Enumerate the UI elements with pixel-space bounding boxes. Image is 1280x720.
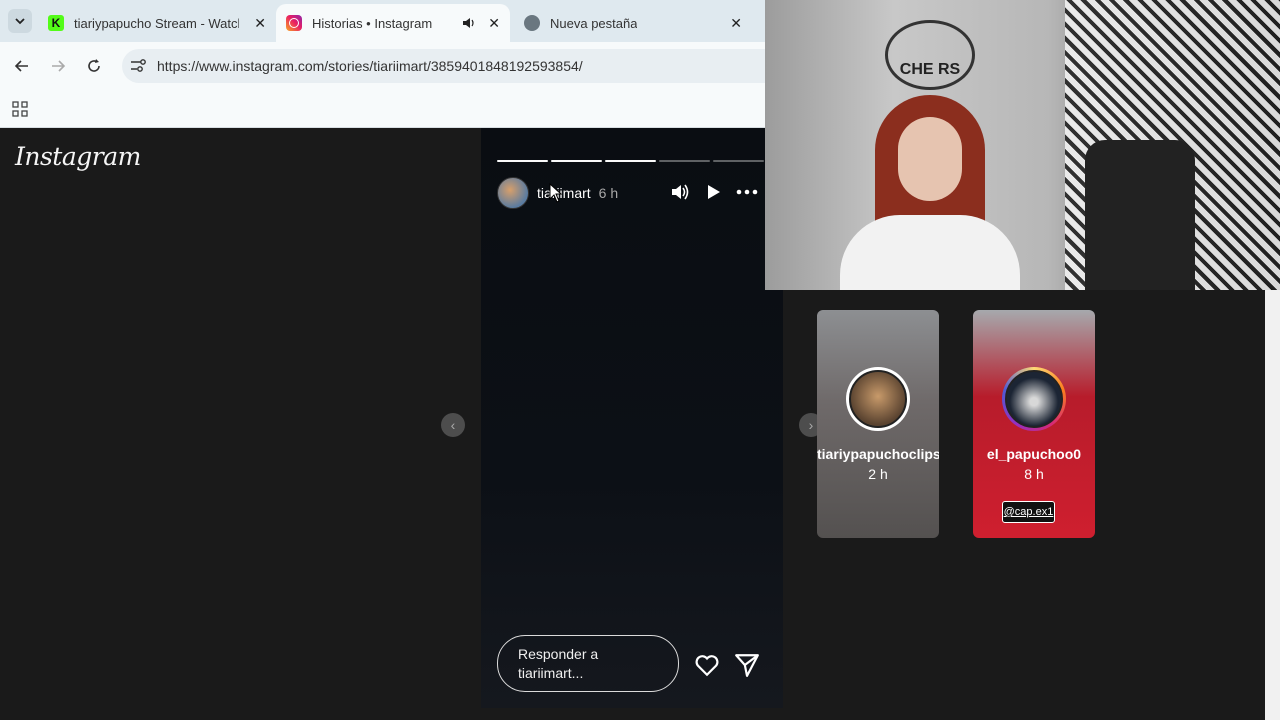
kick-icon: K	[48, 15, 64, 31]
tab-search-button[interactable]	[8, 9, 32, 33]
browser-tabstrip: K tiariypapucho Stream - Watch L ✕ Histo…	[0, 0, 765, 42]
instagram-logo[interactable]: Instagram	[15, 142, 141, 171]
story-username[interactable]: tiariimart	[537, 185, 591, 201]
instagram-icon	[286, 15, 302, 31]
story-progress-bar	[497, 160, 764, 162]
heart-icon[interactable]	[694, 652, 720, 678]
reload-icon	[88, 59, 100, 72]
browser-toolbar: https://www.instagram.com/stories/tiarii…	[0, 42, 765, 90]
story-time: 6 h	[598, 185, 619, 201]
streamer-face	[898, 117, 962, 201]
avatar[interactable]	[497, 177, 529, 209]
story-preview-username: el_papuchoo0	[986, 446, 1082, 462]
previous-story-button[interactable]: ‹	[441, 413, 465, 437]
streamer-shirt	[840, 215, 1020, 290]
webcam-overlay: CHE RS	[765, 0, 1280, 290]
story-preview-time: 8 h	[1024, 466, 1044, 482]
story-preview-card[interactable]: tiariypapuchoclips 2 h	[817, 310, 939, 538]
address-bar[interactable]: https://www.instagram.com/stories/tiarii…	[122, 49, 765, 83]
chevron-right-icon: ›	[808, 417, 814, 433]
avatar	[849, 370, 907, 428]
arrow-right-icon	[52, 60, 66, 72]
more-options-icon[interactable]	[735, 184, 759, 200]
mention-sticker: @cap.ex1	[1002, 501, 1055, 523]
progress-segment	[713, 160, 764, 162]
speaker-icon[interactable]	[462, 16, 476, 30]
forward-button[interactable]	[46, 54, 70, 78]
story-preview-time: 2 h	[868, 466, 888, 482]
tab-title: Historias • Instagram	[312, 15, 433, 31]
close-icon[interactable]: ✕	[730, 15, 742, 32]
url-text: https://www.instagram.com/stories/tiarii…	[157, 58, 583, 74]
globe-icon	[524, 15, 540, 31]
chevron-left-icon: ‹	[450, 417, 456, 433]
apps-grid-icon[interactable]	[12, 101, 28, 117]
back-button[interactable]	[10, 54, 34, 78]
progress-segment	[605, 160, 656, 162]
story-preview-username: tiariypapuchoclips	[817, 446, 939, 462]
arrow-left-icon	[14, 60, 28, 72]
progress-segment	[497, 160, 548, 162]
reply-input[interactable]: Responder a tiariimart...	[497, 635, 679, 692]
tab-instagram[interactable]: Historias • Instagram ✕	[276, 4, 510, 42]
progress-segment	[659, 160, 710, 162]
tab-new[interactable]: Nueva pestaña ✕	[514, 4, 752, 42]
tab-title: Nueva pestaña	[550, 15, 638, 31]
tab-kick[interactable]: K tiariypapucho Stream - Watch L ✕	[38, 4, 276, 42]
story-preview-card[interactable]: el_papuchoo0 8 h @cap.ex1	[973, 310, 1095, 538]
send-icon[interactable]	[734, 652, 760, 678]
play-icon[interactable]	[703, 182, 723, 202]
close-icon[interactable]: ✕	[488, 15, 500, 32]
mouse-cursor-icon	[549, 183, 563, 203]
wall-sign: CHE RS	[885, 20, 975, 90]
tab-title: tiariypapucho Stream - Watch L	[74, 15, 239, 31]
reload-button[interactable]	[82, 54, 106, 78]
close-icon[interactable]: ✕	[254, 15, 266, 32]
volume-icon[interactable]	[670, 182, 690, 202]
site-settings-icon[interactable]	[129, 57, 147, 75]
progress-segment	[551, 160, 602, 162]
avatar	[1005, 370, 1063, 428]
page-scrollbar[interactable]	[1265, 290, 1280, 720]
gaming-chair	[1085, 140, 1195, 290]
bookmarks-bar	[0, 90, 765, 128]
story-header: tiariimart 6 h	[497, 176, 767, 210]
story-avatar-ring	[1002, 367, 1066, 431]
story-avatar-ring	[846, 367, 910, 431]
chevron-down-icon	[15, 18, 25, 25]
screen: K tiariypapucho Stream - Watch L ✕ Histo…	[0, 0, 1280, 720]
streamer	[840, 95, 1020, 290]
story-viewer[interactable]: tiariimart 6 h Responder a tiariimart...	[481, 128, 783, 708]
